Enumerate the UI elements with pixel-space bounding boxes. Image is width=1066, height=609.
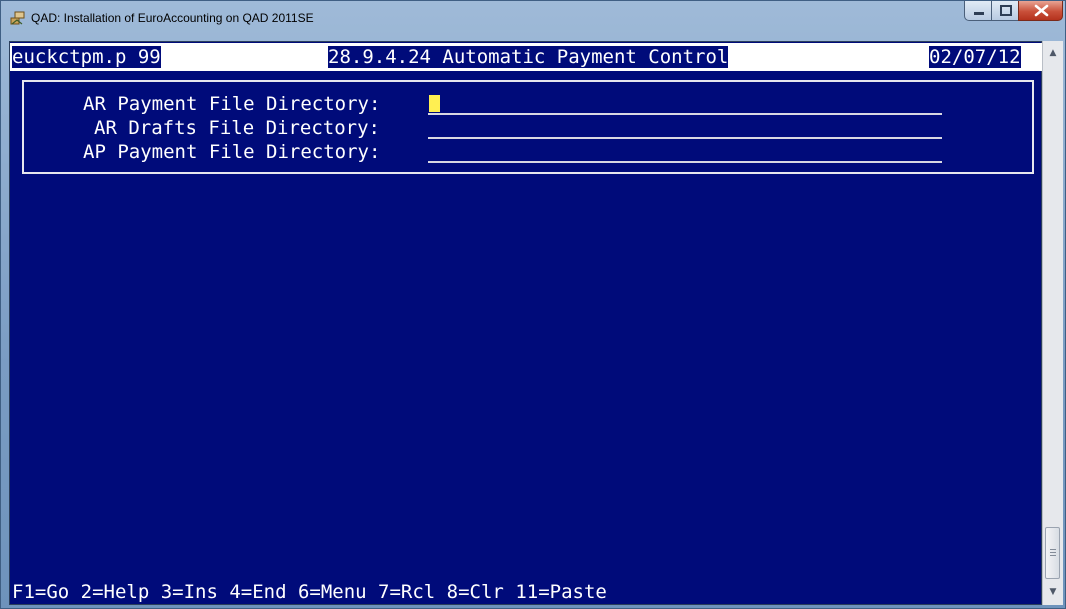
thumb-grip — [1050, 549, 1056, 550]
ar-drafts-dir-input[interactable] — [428, 117, 942, 139]
header-date: 02/07/12 — [929, 46, 1021, 68]
ar-drafts-dir-label: AR Drafts File Directory: — [94, 117, 380, 139]
maximize-icon — [1000, 5, 1012, 16]
ar-payment-dir-input[interactable] — [428, 93, 942, 115]
maximize-button[interactable] — [991, 1, 1019, 21]
ap-payment-dir-label: AP Payment File Directory: — [83, 141, 381, 163]
minimize-icon — [974, 12, 984, 15]
thumb-grip — [1050, 555, 1056, 556]
terminal-screen[interactable]: euckctpm.p 99 28.9.4.24 Automatic Paymen… — [9, 41, 1043, 605]
window-title: QAD: Installation of EuroAccounting on Q… — [31, 11, 314, 25]
scroll-down-arrow-icon[interactable]: ▼ — [1045, 584, 1061, 600]
close-icon — [1034, 4, 1049, 17]
minimize-button[interactable] — [964, 1, 992, 21]
ar-payment-dir-label: AR Payment File Directory: — [83, 93, 381, 115]
function-key-bar: F1=Go 2=Help 3=Ins 4=End 6=Menu 7=Rcl 8=… — [12, 581, 607, 603]
vertical-scrollbar[interactable]: ▲ ▼ — [1042, 41, 1063, 605]
menu-title: 28.9.4.24 Automatic Payment Control — [328, 46, 729, 68]
title-bar[interactable]: QAD: Installation of EuroAccounting on Q… — [1, 1, 1065, 41]
scrollbar-thumb[interactable] — [1045, 527, 1060, 579]
scroll-up-arrow-icon[interactable]: ▲ — [1045, 45, 1061, 61]
application-window: QAD: Installation of EuroAccounting on Q… — [0, 0, 1066, 609]
qad-app-icon — [10, 11, 25, 25]
ap-payment-dir-input[interactable] — [428, 141, 942, 163]
close-button[interactable] — [1018, 1, 1063, 21]
program-name: euckctpm.p 99 — [12, 46, 161, 68]
thumb-grip — [1050, 552, 1056, 553]
text-cursor — [429, 95, 440, 112]
header-line: euckctpm.p 99 28.9.4.24 Automatic Paymen… — [10, 43, 1043, 72]
